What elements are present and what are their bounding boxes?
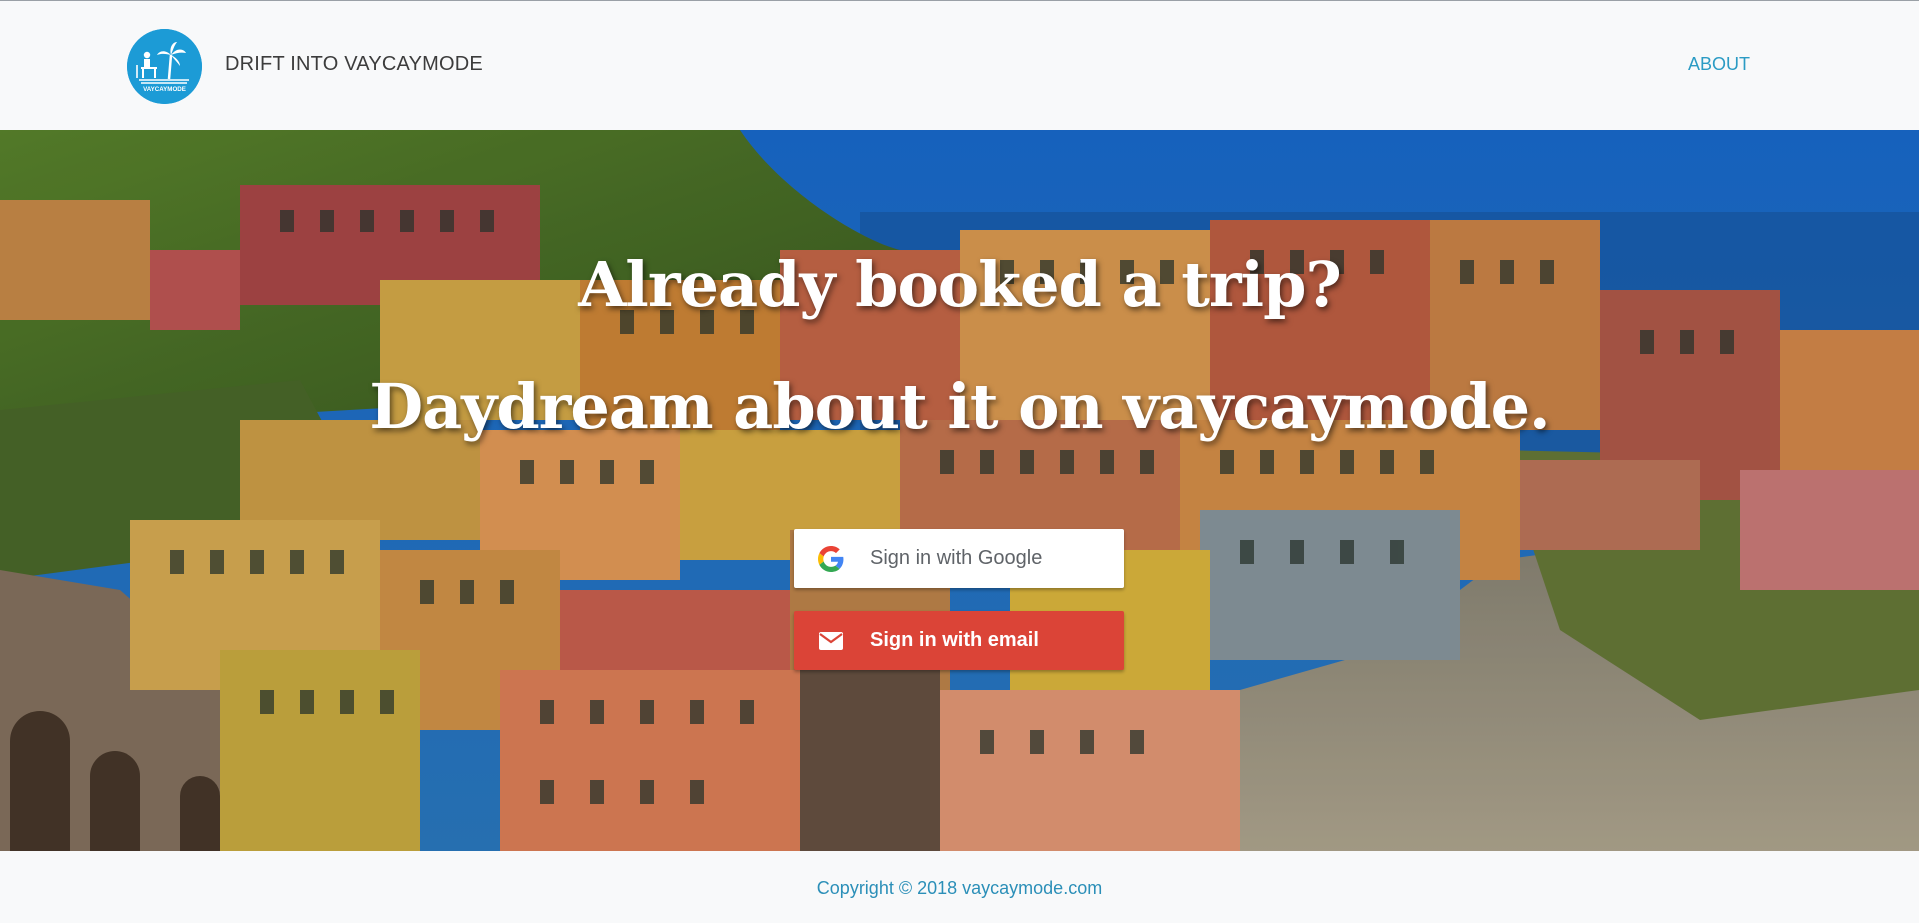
sign-in-google-button[interactable]: Sign in with Google bbox=[794, 529, 1124, 588]
google-g-icon bbox=[818, 545, 844, 572]
sign-in-email-button[interactable]: Sign in with email bbox=[794, 611, 1124, 670]
vaycaymode-logo-icon[interactable]: VAYCAYMODE bbox=[127, 29, 202, 104]
hero-headline-1: Already booked a trip? bbox=[578, 248, 1342, 321]
envelope-icon bbox=[818, 628, 844, 654]
logo-text: VAYCAYMODE bbox=[143, 86, 186, 93]
copyright-text: Copyright © 2018 vaycaymode.com bbox=[816, 878, 1103, 898]
hero-headline-2: Daydream about it on vaycaymode. bbox=[369, 370, 1550, 443]
nav-about-link[interactable]: ABOUT bbox=[1688, 54, 1750, 75]
hero-section: Already booked a trip? Daydream about it… bbox=[0, 130, 1919, 851]
site-header: VAYCAYMODE DRIFT INTO VAYCAYMODE ABOUT bbox=[0, 1, 1919, 130]
hero-background-image bbox=[0, 130, 1919, 851]
sign-in-google-label: Sign in with Google bbox=[870, 547, 1043, 569]
site-footer: Copyright © 2018 vaycaymode.com bbox=[0, 851, 1919, 923]
site-brand-title[interactable]: DRIFT INTO VAYCAYMODE bbox=[225, 53, 483, 76]
sign-in-email-label: Sign in with email bbox=[870, 629, 1039, 651]
